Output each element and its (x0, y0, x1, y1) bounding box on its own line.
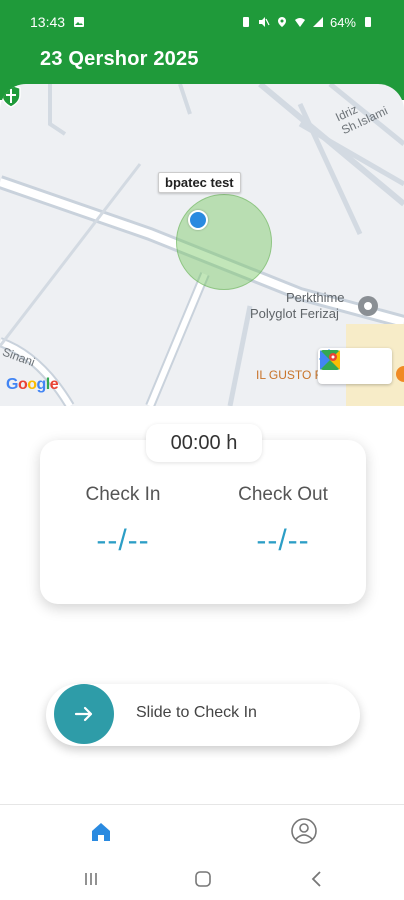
google-maps-icon[interactable] (318, 348, 342, 372)
gallery-icon (74, 17, 85, 27)
slider-handle[interactable] (54, 684, 114, 744)
poi-name-line1: Perkthime (286, 290, 345, 305)
work-timer: 00:00 h (146, 424, 262, 462)
status-bar: 13:43 64% (0, 0, 404, 44)
check-in-time: --/-- (96, 524, 150, 557)
google-logo: Google (6, 376, 59, 393)
map-actions (318, 348, 392, 384)
home-icon[interactable] (88, 819, 114, 845)
check-in-label: Check In (85, 484, 161, 505)
status-time: 13:43 (30, 14, 66, 30)
wifi-icon (294, 18, 305, 27)
check-in-slider[interactable]: Slide to Check In (46, 684, 360, 746)
geofence-circle (176, 194, 272, 290)
location-icon (277, 17, 286, 27)
signal-icon (312, 17, 323, 27)
poi-pin-icon[interactable] (358, 296, 378, 316)
arrow-right-icon (74, 706, 93, 722)
recent-apps-icon[interactable] (78, 866, 104, 892)
user-location-marker (188, 210, 208, 230)
page-title: 23 Qershor 2025 (40, 48, 199, 70)
check-in-column: Check In --/-- (48, 484, 198, 558)
workplace-shield-icon[interactable] (0, 84, 22, 108)
location-tooltip: bpatec test (158, 172, 241, 193)
battery-saver-icon (242, 17, 249, 27)
check-out-time: --/-- (256, 524, 310, 557)
battery-percent: 64% (329, 14, 356, 30)
check-out-column: Check Out --/-- (208, 484, 358, 558)
attendance-card: Check In --/-- Check Out --/-- (40, 440, 366, 604)
battery-icon (365, 17, 371, 27)
map-view[interactable]: Idriz Sh.Islami Sinani bpatec test Perkt… (0, 84, 404, 406)
back-icon[interactable] (304, 866, 330, 892)
profile-icon[interactable] (290, 817, 318, 845)
slider-label: Slide to Check In (136, 704, 257, 721)
mute-icon (258, 17, 270, 27)
system-nav-bar (0, 856, 404, 900)
check-out-label: Check Out (238, 484, 328, 505)
bottom-nav (0, 804, 404, 856)
home-button-icon[interactable] (190, 866, 216, 892)
poi-name-line2: Polyglot Ferizaj (250, 306, 339, 321)
